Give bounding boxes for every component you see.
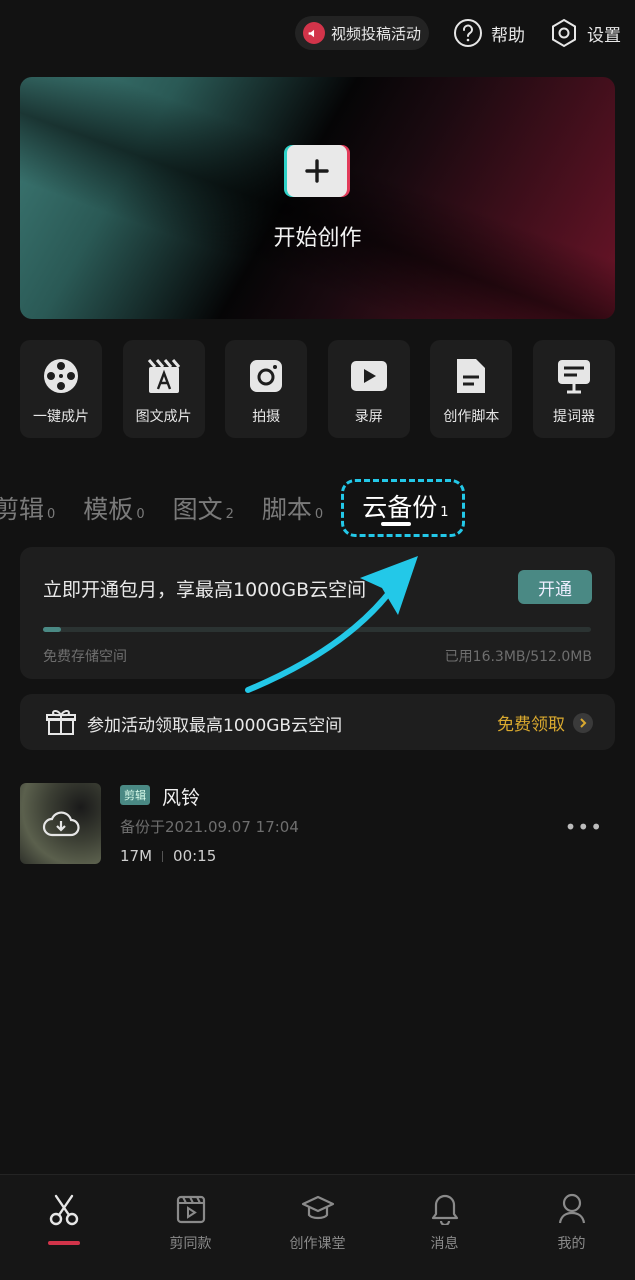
nav-label: 我的 [557,1236,586,1252]
tool-grid: 一键成片 图文成片 拍摄 录屏 创作脚本 提词器 [20,340,615,438]
tab-label: 剪辑 [0,495,45,524]
nav-classroom[interactable]: 创作课堂 [254,1175,381,1280]
meta-divider [162,850,164,862]
film-reel-icon [41,356,81,396]
tool-label: 拍摄 [252,409,281,425]
settings-label: 设置 [587,25,621,46]
hero-beam [20,77,615,319]
help-label: 帮助 [491,25,525,46]
tool-teleprompter[interactable]: 提词器 [532,340,615,438]
tool-label: 提词器 [552,409,595,425]
event-text: 参加活动领取最高1000GB云空间 [87,716,343,736]
tab-count: 0 [136,507,145,522]
cloud-download-icon [42,811,80,837]
nav-me[interactable]: 我的 [508,1175,635,1280]
tab-script[interactable]: 脚本 0 [262,490,323,526]
tab-cloud-backup[interactable]: 云备份 1 [341,479,466,537]
video-camera-icon [349,356,389,396]
active-tab-indicator [381,522,412,526]
activate-button[interactable]: 开通 [518,570,592,604]
nav-template[interactable]: 剪同款 [127,1175,254,1280]
event-banner[interactable]: 参加活动领取最高1000GB云空间 免费领取 [20,694,615,750]
storage-used-label: 已用16.3MB/512.0MB [444,649,592,665]
teleprompter-icon [554,356,594,396]
gift-icon [46,709,76,735]
project-size: 17M [120,847,153,865]
tab-count: 2 [225,507,234,522]
edit-badge: 剪辑 [120,785,150,805]
backup-list-item[interactable]: 剪辑 风铃 备份于2021.09.07 17:04 17M 00:15 ••• [20,783,615,865]
user-icon [558,1193,585,1224]
help-button[interactable]: 帮助 [453,18,525,48]
tab-edit[interactable]: 剪辑 0 [0,490,55,526]
template-play-icon [176,1195,205,1224]
tab-label: 脚本 [261,495,312,524]
tool-label: 图文成片 [135,409,192,425]
nav-label: 创作课堂 [289,1236,346,1252]
nav-label: 剪同款 [169,1236,212,1252]
nav-messages[interactable]: 消息 [381,1175,508,1280]
project-duration: 00:15 [173,847,217,865]
bell-icon [431,1194,458,1225]
settings-button[interactable]: 设置 [549,18,621,48]
start-creating-label: 开始创作 [273,226,362,251]
top-bar: 视频投稿活动 帮助 设置 [294,12,621,54]
tab-label: 图文 [172,495,223,524]
tool-shoot[interactable]: 拍摄 [225,340,308,438]
cloud-promo-title: 立即开通包月，享最高1000GB云空间 [43,579,367,601]
tab-count: 0 [47,507,56,522]
tab-count: 0 [314,507,324,522]
tab-template[interactable]: 模板 0 [83,490,144,526]
project-name: 风铃 [162,787,201,809]
tool-label: 一键成片 [33,409,89,425]
active-nav-indicator [47,1241,80,1245]
tab-image-text[interactable]: 图文 2 [173,490,234,526]
video-submission-promo[interactable]: 视频投稿活动 [294,16,429,50]
video-thumbnail [20,783,101,864]
claim-label: 免费领取 [497,715,565,735]
script-doc-icon [451,356,491,396]
question-circle-icon [454,19,482,47]
bottom-nav: 剪同款 创作课堂 消息 我的 [0,1174,635,1280]
backup-date: 备份于2021.09.07 17:04 [120,818,299,836]
project-meta: 17M 00:15 [120,847,216,865]
tab-label: 模板 [83,495,134,524]
tool-create-script[interactable]: 创作脚本 [430,340,513,438]
megaphone-icon [302,22,325,44]
tab-count: 1 [440,505,449,520]
start-creating-card[interactable]: 开始创作 [20,77,615,319]
free-storage-label: 免费存储空间 [43,649,127,665]
promo-label: 视频投稿活动 [330,24,421,43]
tab-label: 云备份 [362,493,438,522]
claim-free-link[interactable]: 免费领取 [497,710,593,735]
nav-edit[interactable] [0,1175,127,1280]
cloud-storage-card: 立即开通包月，享最高1000GB云空间 开通 免费存储空间 已用16.3MB/5… [20,547,615,679]
tool-text-to-film[interactable]: 图文成片 [122,340,205,438]
tool-screen-record[interactable]: 录屏 [327,340,410,438]
nav-label: 消息 [430,1236,459,1252]
graduation-cap-icon [301,1195,334,1220]
text-clapper-icon [144,356,184,396]
chevron-right-icon [573,712,593,733]
tool-label: 创作脚本 [443,409,500,425]
scissors-icon [49,1194,78,1226]
gear-icon [552,18,576,48]
tool-label: 录屏 [354,409,383,425]
storage-progress-bar [43,627,591,632]
plus-icon [287,145,347,197]
draft-tabs: 剪辑 0 模板 0 图文 2 脚本 0 云备份 1 [0,478,493,538]
storage-progress-fill [43,627,61,632]
camera-icon [246,356,286,396]
tool-one-click-film[interactable]: 一键成片 [20,340,102,438]
more-options-icon[interactable]: ••• [565,815,603,839]
